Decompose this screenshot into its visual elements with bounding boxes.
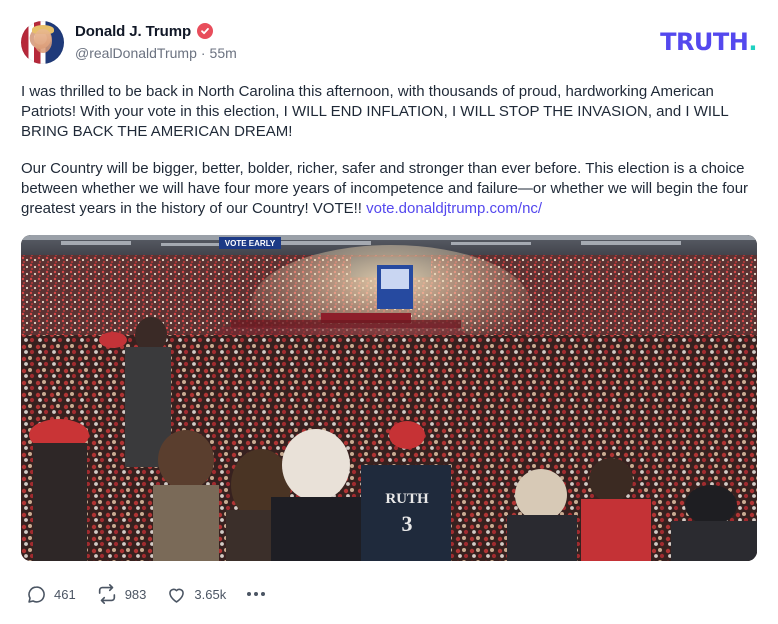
post-timestamp[interactable]: 55m	[210, 45, 237, 61]
meta-separator: ·	[200, 45, 206, 61]
author-display-name[interactable]: Donald J. Trump	[75, 23, 191, 40]
verified-badge-icon	[197, 23, 214, 39]
logo-dot: .	[748, 28, 757, 56]
rally-photo: VOTE EARLY RUTH 3	[21, 235, 757, 561]
post-actions: 461 983 3.65k	[26, 582, 266, 606]
vote-early-banner: VOTE EARLY	[225, 239, 276, 248]
avatar-face	[34, 29, 52, 53]
ellipsis-icon	[247, 592, 266, 596]
post-image[interactable]: VOTE EARLY RUTH 3	[21, 235, 757, 561]
post-paragraph-1: I was thrilled to be back in North Carol…	[21, 83, 729, 141]
heart-icon	[169, 588, 185, 603]
author-handle[interactable]: @realDonaldTrump	[75, 45, 197, 61]
reply-count: 461	[54, 586, 76, 602]
shirt-text: RUTH	[385, 491, 429, 507]
like-count: 3.65k	[194, 586, 227, 602]
shirt-number: 3	[402, 511, 413, 536]
more-options-button[interactable]	[246, 591, 266, 597]
truth-social-logo[interactable]: TRUTH.	[660, 28, 757, 56]
post-body: I was thrilled to be back in North Carol…	[21, 82, 761, 219]
truth-post: Donald J. Trump @realDonaldTrump · 55m T…	[0, 0, 778, 624]
reply-icon	[28, 585, 45, 603]
retruth-count: 983	[124, 586, 147, 602]
logo-text: TRUTH	[660, 28, 749, 56]
post-paragraph-2: Our Country will be bigger, better, bold…	[21, 159, 761, 220]
author-avatar[interactable]	[21, 21, 64, 64]
like-button[interactable]: 3.65k	[166, 584, 226, 605]
reply-button[interactable]: 461	[26, 584, 76, 605]
retruth-icon	[98, 584, 115, 604]
post-link[interactable]: vote.donaldjtrump.com/nc/	[366, 200, 542, 217]
author-name-row: Donald J. Trump	[75, 21, 214, 41]
author-meta: @realDonaldTrump · 55m	[75, 45, 237, 61]
retruth-button[interactable]: 983	[96, 583, 147, 605]
